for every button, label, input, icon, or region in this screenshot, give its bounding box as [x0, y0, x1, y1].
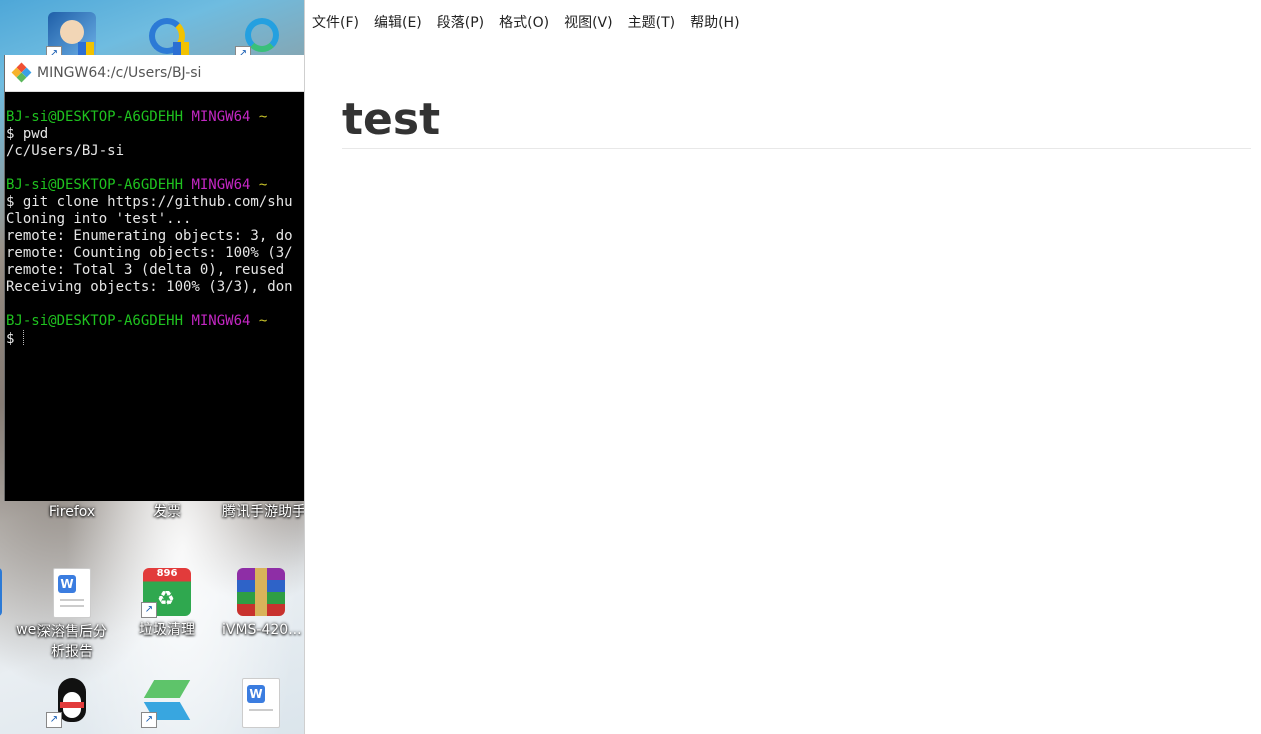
desktop-icon-report[interactable]: W 深溶售后分析报告 [33, 568, 111, 662]
prompt-path: ~ [250, 109, 268, 125]
terminal-prompt-line: BJ-si@DESKTOP-A6GDEHH MINGW64 ~ [6, 313, 305, 330]
desktop-icon-app-1[interactable]: ↗ [33, 12, 111, 62]
terminal-title: MINGW64:/c/Users/BJ-si [37, 65, 202, 81]
terminal-window[interactable]: MINGW64:/c/Users/BJ-si BJ-si@DESKTOP-A6G… [4, 55, 305, 501]
desktop-icon-app-3[interactable]: ↗ [222, 12, 300, 62]
shortcut-arrow-icon: ↗ [141, 712, 157, 728]
firefox-label: Firefox [48, 504, 96, 520]
terminal-prompt-line: BJ-si@DESKTOP-A6GDEHH MINGW64 ~ [6, 109, 305, 126]
terminal-output-line: /c/Users/BJ-si [6, 143, 125, 159]
menu-help[interactable]: 帮助(H) [690, 12, 739, 32]
prompt-user-host: BJ-si@DESKTOP-A6GDEHH [6, 177, 184, 193]
terminal-command-line: $ [6, 330, 25, 347]
app-partial-icon [0, 568, 2, 616]
menu-format[interactable]: 格式(O) [499, 12, 549, 32]
desktop-icon-word-doc[interactable]: W [222, 678, 300, 728]
terminal-command-line: $ git clone https://github.com/shu [6, 194, 293, 210]
desktop-icon-tencent-game[interactable]: 腾讯手游助手 [222, 498, 304, 522]
prompt-path: ~ [250, 313, 268, 329]
menu-paragraph[interactable]: 段落(P) [437, 12, 484, 32]
green-blue-app-icon: ↗ [141, 678, 191, 728]
terminal-cursor [22, 330, 25, 345]
terminal-command-line: $ pwd [6, 126, 49, 142]
edge-icon: ↗ [235, 12, 285, 62]
winrar-archive-icon [237, 568, 285, 616]
qq-penguin-icon: ↗ [46, 678, 96, 728]
menu-file[interactable]: 文件(F) [312, 12, 359, 32]
desktop-icon-cleaner[interactable]: 896 ♻ ↗ 垃圾清理 [128, 568, 206, 640]
desktop-icon-app-2[interactable] [128, 12, 206, 60]
prompt-path: ~ [250, 177, 268, 193]
terminal-prompt-line: BJ-si@DESKTOP-A6GDEHH MINGW64 ~ [6, 177, 305, 194]
shortcut-arrow-icon: ↗ [141, 602, 157, 618]
prompt-env: MINGW64 [183, 313, 251, 329]
git-logo-icon [11, 62, 32, 83]
invoice-label: 发票 [153, 504, 181, 520]
desktop-icon-invoice[interactable]: 发票 [128, 498, 206, 522]
tencent-game-label: 腾讯手游助手 [222, 504, 304, 520]
menu-view[interactable]: 视图(V) [564, 12, 613, 32]
terminal-output-line: remote: Enumerating objects: 3, do [6, 228, 293, 244]
cleaner-label: 垃圾清理 [139, 622, 195, 638]
terminal-output-line: Receiving objects: 100% (3/3), don [6, 279, 293, 295]
terminal-output-line: remote: Total 3 (delta 0), reused [6, 262, 285, 278]
report-label: 深溶售后分析报告 [37, 624, 107, 660]
document-heading[interactable]: test [342, 92, 1251, 149]
editor-window[interactable]: 文件(F) 编辑(E) 段落(P) 格式(O) 视图(V) 主题(T) 帮助(H… [304, 0, 1261, 734]
desktop-icon-app-green[interactable]: ↗ [128, 678, 206, 728]
word-doc-icon: W [53, 568, 91, 618]
prompt-env: MINGW64 [183, 177, 251, 193]
recycle-cleaner-icon: 896 ♻ ↗ [141, 568, 191, 618]
terminal-titlebar[interactable]: MINGW64:/c/Users/BJ-si [5, 55, 305, 92]
prompt-env: MINGW64 [183, 109, 251, 125]
app-1-icon: ↗ [46, 12, 96, 62]
shortcut-arrow-icon: ↗ [46, 712, 62, 728]
menu-theme[interactable]: 主题(T) [628, 12, 675, 32]
menu-edit[interactable]: 编辑(E) [374, 12, 422, 32]
app-2-icon [143, 12, 191, 60]
desktop-icon-ivms[interactable]: iVMS-420... [222, 568, 302, 640]
word-doc-icon: W [242, 678, 280, 728]
prompt-user-host: BJ-si@DESKTOP-A6GDEHH [6, 109, 184, 125]
ivms-label: iVMS-420... [222, 622, 302, 638]
terminal-output[interactable]: BJ-si@DESKTOP-A6GDEHH MINGW64 ~ $ pwd/c/U… [5, 92, 305, 347]
desktop-icon-qq[interactable]: ↗ [33, 678, 111, 728]
desktop-icon-firefox[interactable]: Firefox [33, 498, 111, 522]
menu-bar: 文件(F) 编辑(E) 段落(P) 格式(O) 视图(V) 主题(T) 帮助(H… [305, 0, 1261, 44]
terminal-output-line: remote: Counting objects: 100% (3/ [6, 245, 293, 261]
badge-896: 896 [156, 568, 178, 579]
prompt-user-host: BJ-si@DESKTOP-A6GDEHH [6, 313, 184, 329]
terminal-output-line: Cloning into 'test'... [6, 211, 192, 227]
